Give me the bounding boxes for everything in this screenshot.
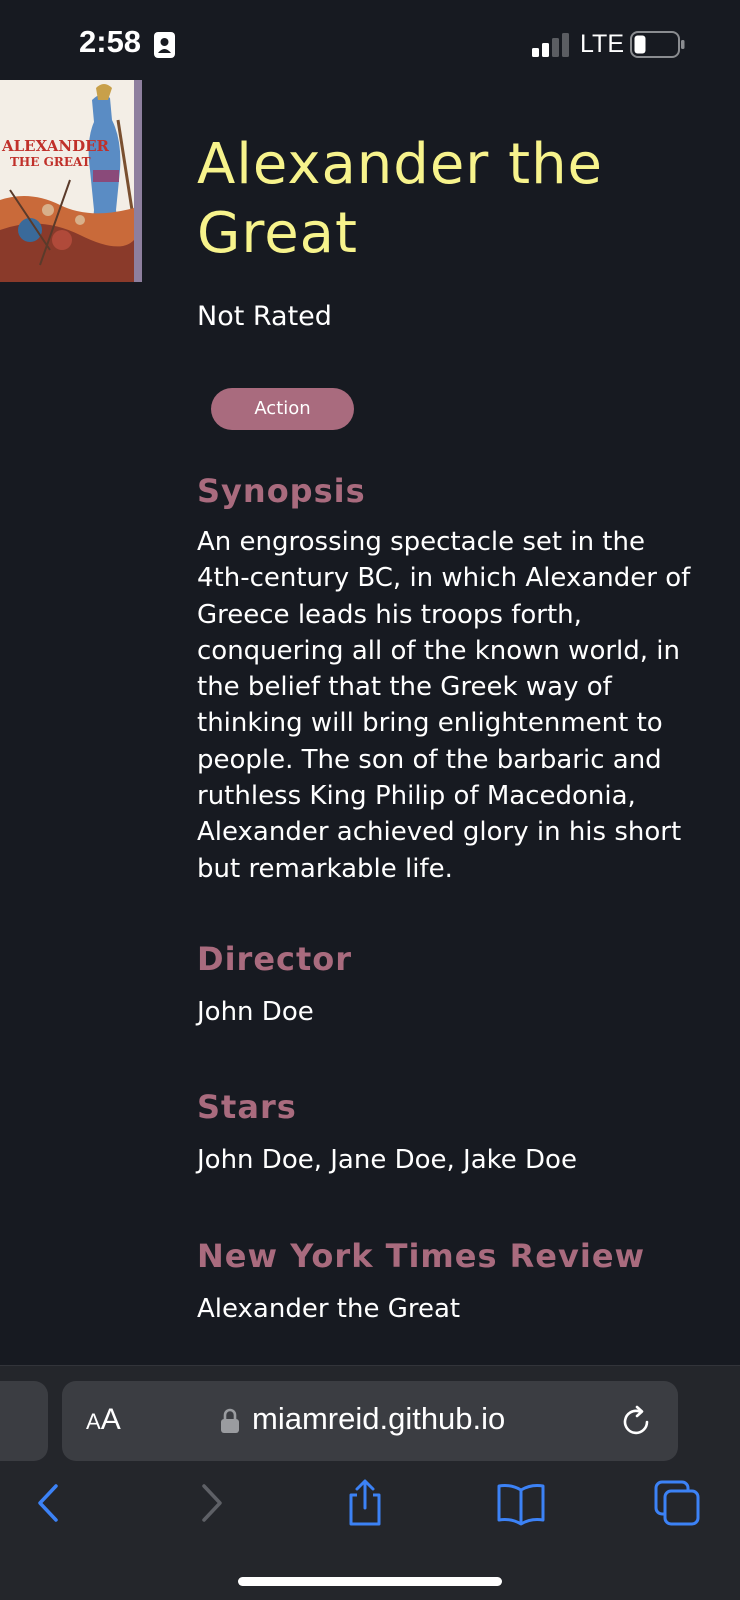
back-icon[interactable] — [24, 1478, 74, 1528]
movie-title: Alexander the Great — [197, 132, 604, 266]
home-indicator[interactable] — [238, 1577, 502, 1586]
text-size-large-a: A — [100, 1403, 121, 1436]
director-heading: Director — [197, 939, 353, 978]
status-time: 2:58 — [79, 24, 142, 59]
synopsis-text: An engrossing spectacle set in the 4th-c… — [197, 527, 691, 884]
contact-card-icon — [154, 32, 175, 58]
poster-title-line1: ALEXANDER — [1, 137, 110, 155]
tabs-icon[interactable] — [652, 1478, 702, 1528]
genre-tag: Action — [211, 388, 354, 430]
review-title[interactable]: Alexander the Great — [197, 1291, 697, 1327]
reload-icon[interactable] — [620, 1405, 654, 1439]
address-bar[interactable]: AA miamreid.github.io — [62, 1381, 678, 1461]
previous-tab-preview[interactable] — [0, 1381, 48, 1461]
poster-title-line2: THE GREAT — [10, 155, 91, 169]
review-heading: New York Times Review — [197, 1236, 646, 1275]
forward-icon[interactable] — [186, 1478, 236, 1528]
browser-toolbar: AA miamreid.github.io — [0, 1365, 740, 1600]
text-size-button[interactable]: AA — [86, 1403, 121, 1437]
battery-icon — [630, 31, 685, 58]
director-name: John Doe — [197, 996, 314, 1027]
movie-poster: ALEXANDER THE GREAT — [0, 80, 142, 282]
text-size-small-a: A — [86, 1409, 101, 1434]
bookmarks-icon[interactable] — [496, 1478, 546, 1528]
movie-rating: Not Rated — [197, 301, 332, 332]
stars-list: John Doe, Jane Doe, Jake Doe — [197, 1145, 577, 1176]
stars-heading: Stars — [197, 1088, 297, 1127]
poster-artwork: ALEXANDER THE GREAT — [0, 80, 134, 282]
movie-details: Alexander the Great Not Rated Action Syn… — [197, 130, 697, 1327]
network-type: LTE — [580, 30, 624, 58]
cellular-signal-icon — [532, 33, 569, 57]
synopsis-heading: Synopsis — [197, 472, 366, 510]
status-bar: 2:58 LTE — [0, 0, 740, 80]
share-icon[interactable] — [340, 1478, 390, 1528]
lock-icon — [221, 1408, 239, 1433]
url-text[interactable]: miamreid.github.io — [252, 1401, 505, 1437]
